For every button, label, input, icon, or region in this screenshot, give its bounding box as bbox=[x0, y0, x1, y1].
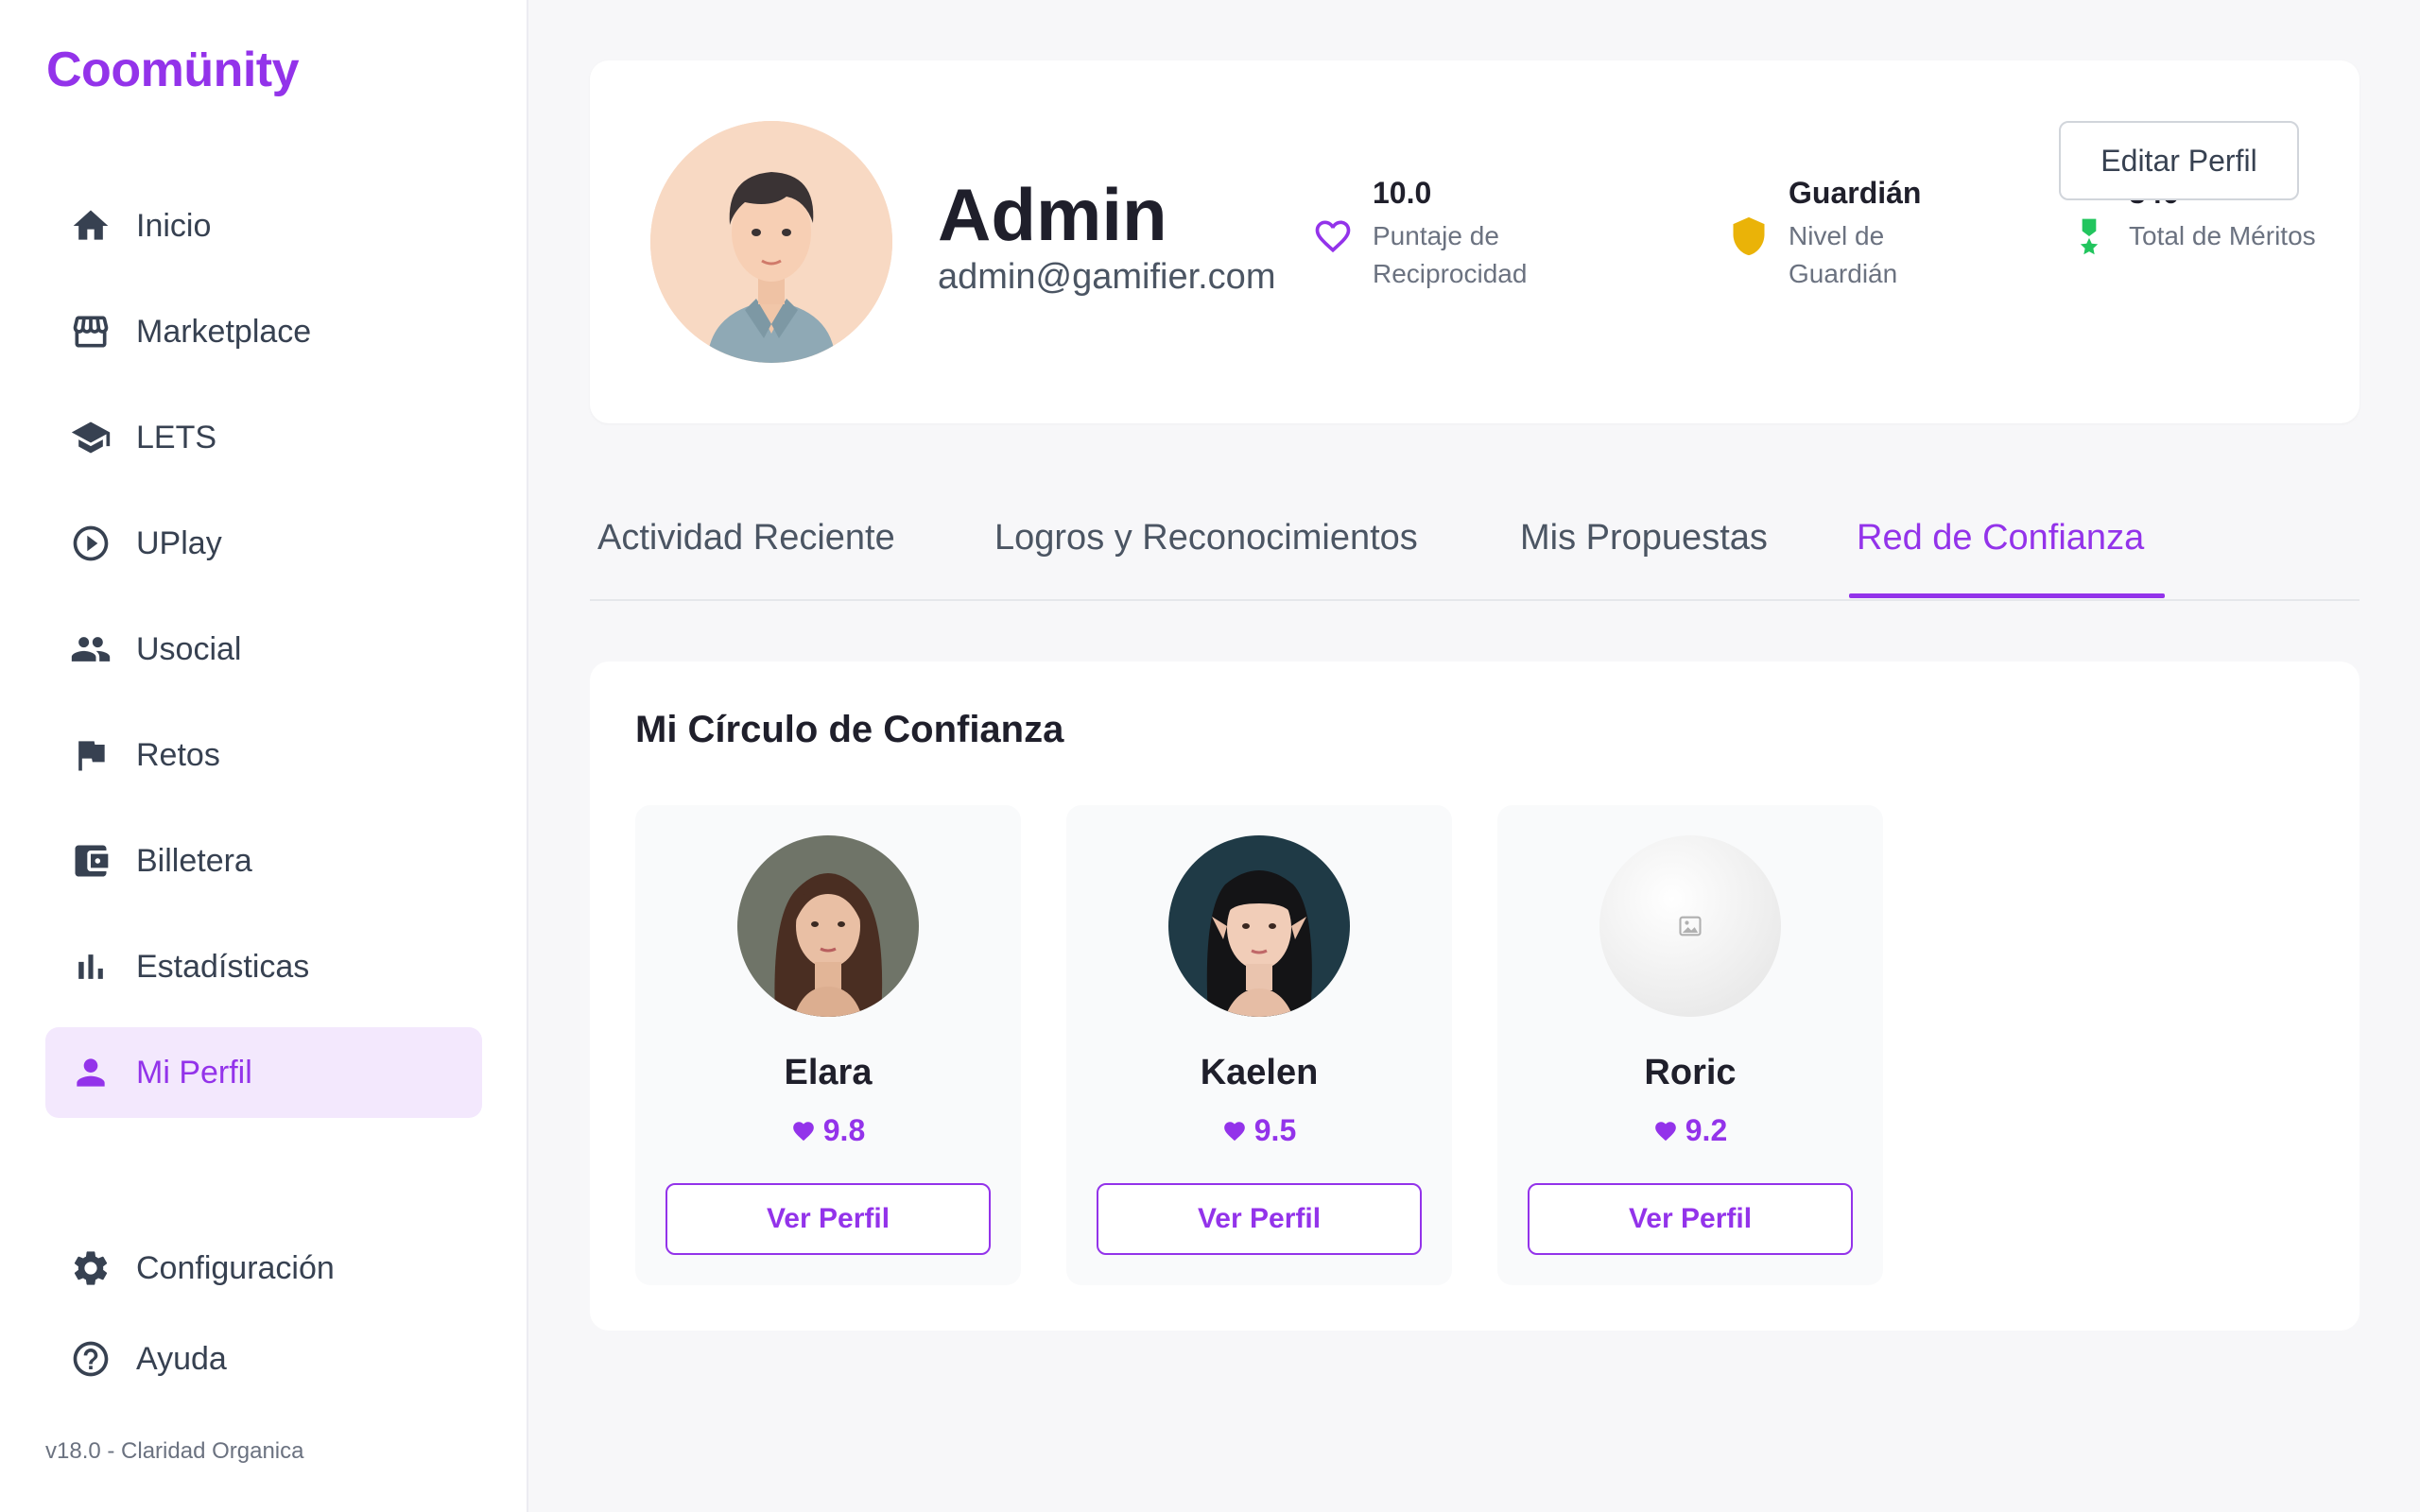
tab-mis-propuestas[interactable]: Mis Propuestas bbox=[1520, 518, 1768, 558]
section-title: Mi Círculo de Confianza bbox=[635, 709, 1064, 750]
tab-actividad-reciente[interactable]: Actividad Reciente bbox=[597, 518, 895, 558]
member-name: Elara bbox=[784, 1053, 873, 1092]
profile-email: admin@gamifier.com bbox=[938, 257, 1276, 297]
active-tab-indicator bbox=[1849, 593, 2165, 598]
member-score: 9.8 bbox=[635, 1113, 1021, 1148]
broken-image-icon bbox=[1679, 916, 1702, 936]
stat-label: Puntaje de Reciprocidad bbox=[1373, 221, 1528, 288]
member-score: 9.5 bbox=[1066, 1113, 1452, 1148]
profile-header-card: Admin admin@gamifier.com 10.0 Puntaje de… bbox=[590, 60, 2360, 423]
sidebar-item-usocial[interactable]: Usocial bbox=[45, 604, 482, 695]
sidebar-item-inicio[interactable]: Inicio bbox=[45, 180, 482, 271]
version-label: v18.0 - Claridad Organica bbox=[45, 1438, 304, 1464]
sidebar-item-label: Mi Perfil bbox=[136, 1054, 252, 1091]
school-icon bbox=[45, 392, 136, 483]
bar-chart-icon bbox=[45, 921, 136, 1012]
trust-circle-card: Mi Círculo de Confianza Elara 9.8 Ver Pe… bbox=[590, 662, 2360, 1331]
member-name: Kaelen bbox=[1200, 1053, 1319, 1092]
heart-icon bbox=[1654, 1121, 1676, 1141]
heart-icon bbox=[1223, 1121, 1245, 1141]
play-circle-icon bbox=[45, 498, 136, 589]
sidebar-item-marketplace[interactable]: Marketplace bbox=[45, 286, 482, 377]
shield-icon bbox=[1728, 215, 1770, 257]
flag-icon bbox=[45, 710, 136, 800]
stat-value: Guardián bbox=[1789, 176, 1922, 210]
tab-logros[interactable]: Logros y Reconocimientos bbox=[994, 518, 1418, 558]
heart-outline-icon bbox=[1312, 215, 1354, 257]
avatar-placeholder bbox=[1599, 835, 1781, 1017]
sidebar-item-lets[interactable]: LETS bbox=[45, 392, 482, 483]
profile-tabs: Actividad Reciente Logros y Reconocimien… bbox=[590, 472, 2360, 601]
sidebar-item-label: Configuración bbox=[136, 1249, 335, 1286]
member-card: Kaelen 9.5 Ver Perfil bbox=[1066, 805, 1452, 1285]
sidebar-item-label: Usocial bbox=[136, 630, 242, 667]
sidebar-item-label: Marketplace bbox=[136, 313, 312, 350]
tab-red-de-confianza[interactable]: Red de Confianza bbox=[1857, 518, 2144, 558]
view-profile-button[interactable]: Ver Perfil bbox=[1097, 1183, 1422, 1255]
stat-label: Nivel de Guardián bbox=[1789, 221, 1898, 288]
store-icon bbox=[45, 286, 136, 377]
sidebar-item-label: Inicio bbox=[136, 207, 212, 244]
gear-icon bbox=[45, 1223, 136, 1314]
sidebar: Coomünity Inicio Marketplace LETS UPlay … bbox=[0, 0, 528, 1512]
help-icon bbox=[45, 1314, 136, 1404]
medal-icon bbox=[2068, 215, 2110, 257]
sidebar-item-billetera[interactable]: Billetera bbox=[45, 816, 482, 906]
profile-name: Admin bbox=[938, 173, 1167, 256]
home-icon bbox=[45, 180, 136, 271]
member-score: 9.2 bbox=[1497, 1113, 1883, 1148]
view-profile-button[interactable]: Ver Perfil bbox=[666, 1183, 991, 1255]
member-card: Elara 9.8 Ver Perfil bbox=[635, 805, 1021, 1285]
view-profile-button[interactable]: Ver Perfil bbox=[1528, 1183, 1853, 1255]
sidebar-item-mi-perfil[interactable]: Mi Perfil bbox=[45, 1027, 482, 1118]
sidebar-item-ayuda[interactable]: Ayuda bbox=[45, 1314, 482, 1404]
people-icon bbox=[45, 604, 136, 695]
sidebar-item-configuracion[interactable]: Configuración bbox=[45, 1223, 482, 1314]
sidebar-item-label: Billetera bbox=[136, 842, 252, 879]
member-card: Roric 9.2 Ver Perfil bbox=[1497, 805, 1883, 1285]
member-name: Roric bbox=[1644, 1053, 1737, 1092]
person-icon bbox=[45, 1027, 136, 1118]
sidebar-item-retos[interactable]: Retos bbox=[45, 710, 482, 800]
sidebar-item-label: Retos bbox=[136, 736, 220, 773]
avatar bbox=[737, 835, 919, 1017]
wallet-icon bbox=[45, 816, 136, 906]
member-score-value: 9.5 bbox=[1253, 1113, 1297, 1147]
sidebar-item-estadisticas[interactable]: Estadísticas bbox=[45, 921, 482, 1012]
avatar bbox=[650, 121, 892, 363]
sidebar-item-label: Ayuda bbox=[136, 1340, 227, 1377]
sidebar-item-label: Estadísticas bbox=[136, 948, 310, 985]
stat-label: Total de Méritos bbox=[2129, 221, 2316, 250]
sidebar-item-uplay[interactable]: UPlay bbox=[45, 498, 482, 589]
stat-value: 10.0 bbox=[1373, 176, 1432, 210]
edit-profile-button[interactable]: Editar Perfil bbox=[2059, 121, 2299, 200]
brand-logo[interactable]: Coomünity bbox=[46, 42, 300, 98]
sidebar-item-label: LETS bbox=[136, 419, 217, 455]
avatar bbox=[1168, 835, 1350, 1017]
member-score-value: 9.2 bbox=[1685, 1113, 1728, 1147]
heart-icon bbox=[792, 1121, 814, 1141]
member-score-value: 9.8 bbox=[822, 1113, 866, 1147]
sidebar-item-label: UPlay bbox=[136, 524, 222, 561]
